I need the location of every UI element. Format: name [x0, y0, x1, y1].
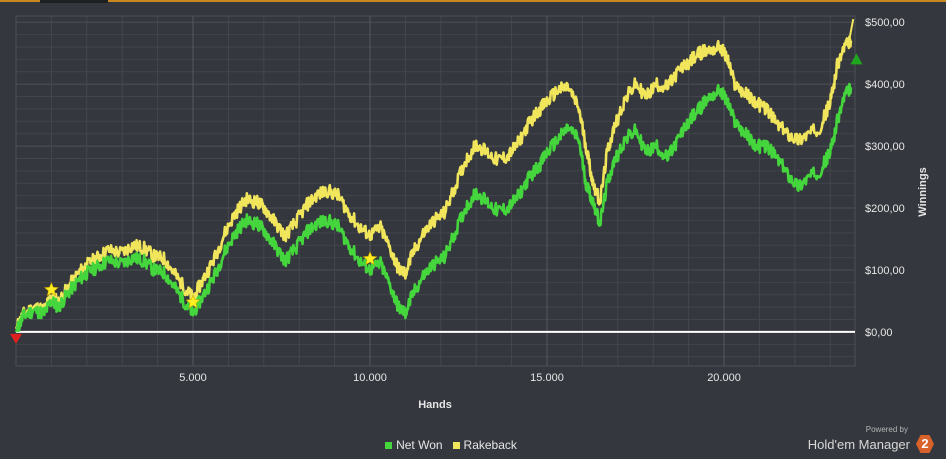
- rakeback-swatch: [452, 441, 460, 449]
- x-tick-label: 15.000: [530, 372, 564, 384]
- y-axis-title: Winnings: [917, 167, 929, 216]
- legend-label: Rakeback: [463, 438, 517, 452]
- y-tick-label: $100,00: [865, 265, 905, 277]
- legend-item-net-won[interactable]: Net Won: [385, 438, 443, 452]
- x-tick-label: 20.000: [707, 372, 741, 384]
- legend: Net Won Rakeback: [0, 438, 902, 452]
- y-tick-label: $200,00: [865, 203, 905, 215]
- branding: Powered by Hold'em Manager 2: [808, 425, 934, 453]
- legend-item-rakeback[interactable]: Rakeback: [452, 438, 517, 452]
- net-won-swatch: [385, 441, 393, 449]
- x-tick-label: 10.000: [353, 372, 387, 384]
- y-tick-label: $0,00: [865, 327, 893, 339]
- x-axis-title: Hands: [418, 399, 452, 411]
- start-marker-icon: [10, 333, 22, 344]
- y-tick-label: $400,00: [865, 79, 905, 91]
- legend-label: Net Won: [396, 438, 443, 452]
- series-lines: [14, 18, 855, 333]
- y-tick-label: $300,00: [865, 141, 905, 153]
- y-axis-ticks: $0,00 $100,00 $200,00 $300,00 $400,00 $500,00: [865, 17, 905, 339]
- x-axis-ticks: 5.000 10.000 15.000 20.000: [179, 372, 741, 384]
- hm2-logo-icon: 2: [916, 435, 934, 453]
- powered-by-text: Powered by: [865, 425, 908, 434]
- product-name: Hold'em Manager: [807, 436, 910, 452]
- winnings-graph: 5.000 10.000 15.000 20.000 $0,00 $100,00 $200…: [10, 15, 929, 411]
- y-tick-label: $500,00: [865, 17, 905, 29]
- x-tick-label: 5.000: [179, 372, 207, 384]
